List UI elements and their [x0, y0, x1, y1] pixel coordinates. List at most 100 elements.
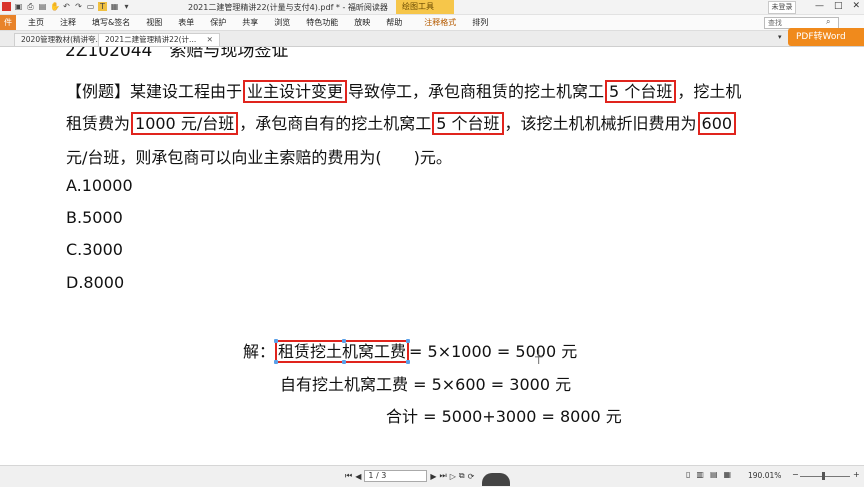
spread-view-icon[interactable]: ▦	[724, 470, 732, 479]
option-b: B.5000	[66, 208, 123, 227]
menu-arrange[interactable]: 排列	[464, 15, 496, 30]
highlight-box[interactable]: 5 个台班	[432, 112, 504, 135]
zoom-out-icon[interactable]: −	[792, 470, 799, 479]
tab-label: 2020管理教材(精讲夸...	[21, 35, 103, 44]
option-a: A.10000	[66, 176, 133, 195]
pdf-to-word-button[interactable]: PDF转Word	[788, 28, 864, 46]
text-run: ，承包商自有的挖土机窝工	[239, 114, 432, 133]
resize-handle[interactable]	[406, 360, 411, 364]
zoom-level[interactable]: 190.01%	[748, 471, 781, 480]
resize-handle[interactable]	[406, 339, 411, 343]
resize-handle[interactable]	[342, 360, 347, 364]
zoom-slider-handle[interactable]	[822, 472, 825, 480]
continuous-view-icon[interactable]: ▥	[696, 470, 704, 479]
page-number-input[interactable]: 1 / 3	[364, 470, 428, 482]
resize-handle[interactable]	[274, 360, 279, 364]
tab-label: 2021二建管理精讲22(计...	[105, 35, 197, 44]
menu-comment[interactable]: 注释	[52, 15, 84, 30]
option-c: C.3000	[66, 240, 123, 259]
rotate-icon[interactable]: ⟳	[468, 472, 475, 481]
resize-handle[interactable]	[342, 339, 347, 343]
title-bar: ▣ ⎙ ▤ ✋ ↶ ↷ ▭ T ▦ ▾ 2021二建管理精讲22(计量与支付4)…	[0, 0, 864, 15]
open-icon[interactable]: ▤	[38, 2, 47, 11]
solution-text: = 5×1000 = 5000 元	[409, 342, 578, 361]
question-line-3: 元/台班，则承包商可以向业主索赔的费用为( )元。	[66, 148, 452, 167]
menu-slideshow[interactable]: 放映	[346, 15, 378, 30]
highlight-box[interactable]: 业主设计变更	[243, 80, 348, 103]
drawing-tools-tab[interactable]: 绘图工具	[396, 0, 454, 14]
page-navigation: ⏮ ◀ 1 / 3 ▶ ⏭ ▷ ⧉ ⟳	[345, 470, 474, 482]
highlight-box[interactable]: 5 个台班	[605, 80, 677, 103]
ribbon-menu: 件 主页 注释 填写&签名 视图 表单 保护 共享 浏览 特色功能 放映 帮助 …	[0, 15, 864, 31]
menu-tabs: 主页 注释 填写&签名 视图 表单 保护 共享 浏览 特色功能 放映 帮助 注释…	[20, 15, 496, 30]
print-icon[interactable]: ⎙	[26, 2, 35, 11]
pdf-to-word-label: PDF转Word	[796, 32, 846, 42]
play-icon[interactable]: ▷	[450, 472, 456, 481]
menu-help[interactable]: 帮助	[378, 15, 410, 30]
scroll-indicator[interactable]	[482, 473, 510, 486]
menu-form[interactable]: 表单	[170, 15, 202, 30]
undo-icon[interactable]: ↶	[62, 2, 71, 11]
text-run: 导致停工，承包商租赁的挖土机窝工	[348, 82, 605, 101]
status-bar: ⏮ ◀ 1 / 3 ▶ ⏭ ▷ ⧉ ⟳ ▯ ▥ ▤ ▦ 190.01% − +	[0, 465, 864, 487]
text-tool-icon[interactable]: T	[98, 2, 107, 11]
tab-list-arrow-icon[interactable]: ▾	[778, 33, 782, 41]
section-heading: 2Z102044 索赔与现场签证	[65, 47, 289, 61]
solution-line-2: 自有挖土机窝工费 = 5×600 = 3000 元	[280, 375, 572, 394]
facing-view-icon[interactable]: ▤	[710, 470, 718, 479]
text-run: 租赁费为	[66, 114, 131, 133]
app-logo-icon[interactable]	[2, 2, 11, 11]
tab-close-icon[interactable]: ✕	[207, 35, 213, 44]
tab-document-2[interactable]: 2021二建管理精讲22(计... ✕	[98, 33, 220, 46]
text-run: 【例题】某建设工程由于	[66, 82, 243, 101]
window-controls: — □ ✕	[815, 1, 860, 11]
menu-fill-sign[interactable]: 填写&签名	[84, 15, 138, 30]
minimize-button[interactable]: —	[815, 1, 824, 11]
menu-view[interactable]: 视图	[138, 15, 170, 30]
quick-access-toolbar: ▣ ⎙ ▤ ✋ ↶ ↷ ▭ T ▦ ▾	[2, 2, 131, 11]
last-page-icon[interactable]: ⏭	[440, 471, 447, 481]
selected-annotation-box[interactable]: 租赁挖土机窝工费	[274, 339, 411, 364]
copy-page-icon[interactable]: ⧉	[459, 471, 465, 481]
maximize-button[interactable]: □	[834, 1, 843, 11]
menu-share[interactable]: 共享	[234, 15, 266, 30]
tab-document-1[interactable]: 2020管理教材(精讲夸...	[14, 33, 110, 46]
solution-term: 租赁挖土机窝工费	[278, 342, 407, 361]
first-page-icon[interactable]: ⏮	[345, 471, 352, 481]
zoom-in-icon[interactable]: +	[853, 470, 860, 479]
view-mode-buttons: ▯ ▥ ▤ ▦	[686, 470, 731, 479]
text-run: ，该挖土机机械折旧费用为	[504, 114, 697, 133]
text-run: ，挖土机	[677, 82, 742, 101]
crosshair-cursor-icon: ┼	[535, 350, 543, 364]
menu-home[interactable]: 主页	[20, 15, 52, 30]
image-icon[interactable]: ▦	[110, 2, 119, 11]
question-line-1: 【例题】某建设工程由于 业主设计变更 导致停工，承包商租赁的挖土机窝工 5 个台班 ，挖…	[66, 78, 742, 103]
document-page: 2Z102044 索赔与现场签证 【例题】某建设工程由于 业主设计变更 导致停工，承…	[0, 47, 864, 464]
menu-features[interactable]: 特色功能	[298, 15, 346, 30]
save-icon[interactable]: ▣	[14, 2, 23, 11]
login-button[interactable]: 未登录	[768, 1, 796, 14]
search-icon[interactable]: ⌕	[826, 17, 830, 27]
select-icon[interactable]: ▭	[86, 2, 95, 11]
menu-browse[interactable]: 浏览	[266, 15, 298, 30]
file-menu-button[interactable]: 件	[0, 15, 16, 30]
zoom-slider[interactable]	[800, 476, 850, 477]
hand-tool-icon[interactable]: ✋	[50, 2, 60, 11]
solution-line-3: 合计 = 5000+3000 = 8000 元	[386, 407, 622, 426]
resize-handle[interactable]	[274, 339, 279, 343]
highlight-box[interactable]: 600	[697, 112, 737, 135]
menu-protect[interactable]: 保护	[202, 15, 234, 30]
document-tabs: 2020管理教材(精讲夸... 2021二建管理精讲22(计... ✕	[0, 31, 864, 47]
solution-label: 解：	[243, 342, 276, 361]
close-button[interactable]: ✕	[852, 1, 860, 11]
next-page-icon[interactable]: ▶	[430, 472, 436, 481]
customize-arrow-icon[interactable]: ▾	[122, 2, 131, 11]
single-page-view-icon[interactable]: ▯	[686, 470, 690, 479]
highlight-box[interactable]: 1000 元/台班	[131, 112, 239, 135]
question-line-2: 租赁费为 1000 元/台班 ，承包商自有的挖土机窝工 5 个台班 ，该挖土机机械折旧费…	[66, 110, 737, 135]
menu-comment-format[interactable]: 注释格式	[416, 15, 464, 30]
redo-icon[interactable]: ↷	[74, 2, 83, 11]
solution-line-1: 解： 租赁挖土机窝工费 = 5×1000 = 5000 元	[243, 338, 578, 364]
prev-page-icon[interactable]: ◀	[355, 472, 361, 481]
window-title: 2021二建管理精讲22(计量与支付4).pdf * - 福昕阅读器	[188, 3, 388, 12]
